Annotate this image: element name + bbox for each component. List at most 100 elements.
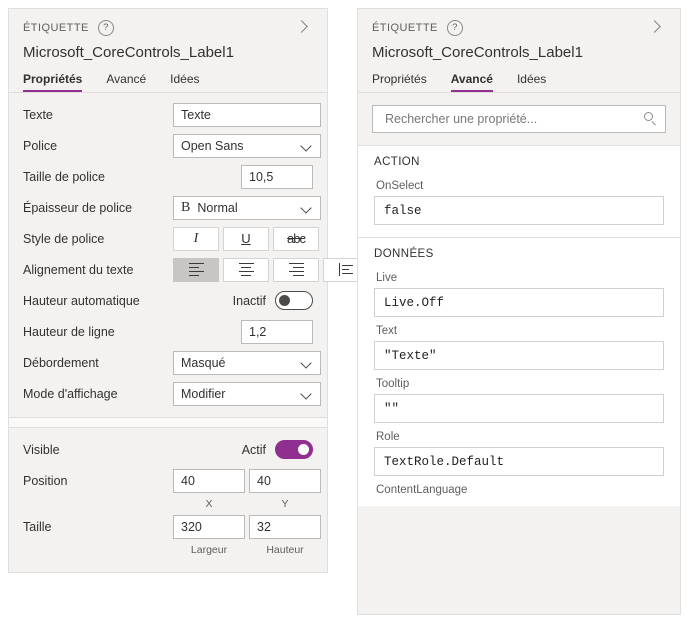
- right-header-top-row: ÉTIQUETTE ?: [372, 19, 666, 37]
- row-hauteur-de-ligne: Hauteur de ligne 1,2: [9, 316, 327, 347]
- chevron-down-icon: [302, 203, 311, 212]
- control-name: Microsoft_CoreControls_Label1: [372, 44, 583, 61]
- property-label: Text: [376, 325, 398, 337]
- property-tooltip: Tooltip "": [358, 372, 680, 425]
- taille-de-police-input[interactable]: 10,5: [241, 164, 313, 189]
- chevron-right-icon[interactable]: [646, 18, 666, 38]
- row-alignement-du-texte: Alignement du texte: [9, 254, 369, 285]
- control-name: Microsoft_CoreControls_Label1: [23, 44, 234, 61]
- position-x-caption: X: [205, 497, 213, 510]
- question-circle-icon[interactable]: ?: [446, 20, 463, 36]
- align-center-icon: [238, 262, 254, 277]
- search-input[interactable]: [383, 111, 643, 127]
- properties-section-main: Texte Texte Police Open Sans Taille de p…: [9, 93, 369, 417]
- row-label: Position: [23, 473, 68, 488]
- tab-avance[interactable]: Avancé: [450, 72, 494, 92]
- police-dropdown[interactable]: Open Sans: [173, 133, 321, 158]
- row-label: Mode d'affichage: [23, 386, 118, 401]
- align-button-group: [173, 257, 369, 282]
- properties-panel: ÉTIQUETTE ? Microsoft_CoreControls_Label…: [8, 8, 369, 573]
- hauteur-de-ligne-input[interactable]: 1,2: [241, 319, 313, 344]
- strikethrough-button[interactable]: abc: [273, 226, 319, 251]
- size-height-input[interactable]: 32: [249, 514, 321, 539]
- search-icon[interactable]: [643, 112, 657, 126]
- align-left-icon: [188, 262, 204, 277]
- row-hauteur-automatique: Hauteur automatique Inactif: [9, 285, 327, 316]
- property-label: Live: [376, 272, 398, 284]
- size-width-input[interactable]: 320: [173, 514, 245, 539]
- question-circle-icon[interactable]: ?: [97, 20, 114, 36]
- debordement-dropdown[interactable]: Masqué: [173, 350, 321, 375]
- chevron-down-icon: [302, 358, 311, 367]
- epaisseur-de-police-dropdown[interactable]: B Normal: [173, 195, 321, 220]
- right-panel-header: ÉTIQUETTE ? Microsoft_CoreControls_Label…: [358, 9, 680, 92]
- style-button-group: I U abc: [173, 226, 319, 251]
- search-area: [358, 93, 680, 145]
- row-label: Visible: [23, 442, 60, 457]
- hauteur-automatique-toggle[interactable]: [275, 291, 313, 310]
- row-label: Débordement: [23, 355, 99, 370]
- strikethrough-icon: abc: [287, 231, 306, 246]
- underline-button[interactable]: U: [223, 226, 269, 251]
- position-x-input[interactable]: 40: [173, 468, 245, 493]
- row-debordement: Débordement Masqué: [9, 347, 327, 378]
- mode-daffichage-dropdown[interactable]: Modifier: [173, 381, 321, 406]
- visible-toggle[interactable]: [275, 440, 313, 459]
- left-tab-bar: Propriétés Avancé Idées: [23, 72, 313, 92]
- chevron-right-icon[interactable]: [293, 18, 313, 38]
- row-texte: Texte Texte: [9, 99, 327, 130]
- row-police: Police Open Sans: [9, 130, 327, 161]
- row-label: Alignement du texte: [23, 262, 134, 277]
- position-y-input[interactable]: 40: [249, 468, 321, 493]
- section-action: ACTION OnSelect false: [358, 146, 680, 237]
- properties-section-layout: Visible Actif Position 40 40 X Y Taille …: [9, 428, 327, 565]
- epaisseur-value: Normal: [197, 200, 238, 215]
- role-input[interactable]: TextRole.Default: [374, 447, 664, 476]
- onselect-input[interactable]: false: [374, 196, 664, 225]
- tab-proprietes[interactable]: Propriétés: [23, 72, 83, 92]
- row-label: Police: [23, 138, 58, 153]
- align-center-button[interactable]: [223, 257, 269, 282]
- row-label: Hauteur automatique: [23, 293, 140, 308]
- property-role: Role TextRole.Default: [358, 425, 680, 478]
- advanced-panel: ÉTIQUETTE ? Microsoft_CoreControls_Label…: [357, 8, 681, 615]
- align-right-button[interactable]: [273, 257, 319, 282]
- tab-proprietes[interactable]: Propriétés: [372, 72, 427, 92]
- live-input[interactable]: Live.Off: [374, 288, 664, 317]
- property-label: OnSelect: [376, 180, 424, 192]
- align-left-button[interactable]: [173, 257, 219, 282]
- toggle-state-label: Inactif: [232, 293, 266, 308]
- underline-icon: U: [241, 231, 251, 246]
- row-label: Épaisseur de police: [23, 200, 133, 215]
- left-panel-header: ÉTIQUETTE ? Microsoft_CoreControls_Label…: [9, 9, 327, 92]
- row-position: Position 40 40: [9, 465, 327, 496]
- right-tab-bar: Propriétés Avancé Idées: [372, 72, 666, 92]
- property-onselect: OnSelect false: [358, 174, 680, 227]
- control-kind-label: ÉTIQUETTE: [23, 22, 89, 34]
- size-fields: 320 32: [173, 514, 321, 539]
- text-input[interactable]: "Texte": [374, 341, 664, 370]
- chevron-down-icon: [302, 389, 311, 398]
- size-captions: Largeur Hauteur: [9, 542, 327, 557]
- row-style-de-police: Style de police I U abc: [9, 223, 327, 254]
- tab-idees[interactable]: Idées: [517, 72, 546, 92]
- italic-button[interactable]: I: [173, 226, 219, 251]
- toggle-state-label: Actif: [241, 442, 266, 457]
- debordement-value: Masqué: [181, 355, 226, 370]
- tab-idees[interactable]: Idées: [170, 72, 199, 92]
- section-title-donnees: DONNÉES: [374, 248, 434, 260]
- italic-icon: I: [193, 230, 199, 246]
- row-epaisseur-de-police: Épaisseur de police B Normal: [9, 192, 327, 223]
- row-taille-de-police: Taille de police 10,5: [9, 161, 327, 192]
- property-contentlanguage: ContentLanguage: [358, 478, 680, 502]
- property-text: Text "Texte": [358, 319, 680, 372]
- left-header-top-row: ÉTIQUETTE ?: [23, 19, 313, 37]
- texte-input[interactable]: Texte: [173, 102, 321, 127]
- tooltip-input[interactable]: "": [374, 394, 664, 423]
- tab-avance[interactable]: Avancé: [106, 72, 146, 92]
- size-height-caption: Hauteur: [266, 543, 304, 556]
- mode-daffichage-value: Modifier: [181, 386, 226, 401]
- row-taille: Taille 320 32: [9, 511, 327, 542]
- search-box[interactable]: [372, 105, 666, 133]
- chevron-down-icon: [302, 141, 311, 150]
